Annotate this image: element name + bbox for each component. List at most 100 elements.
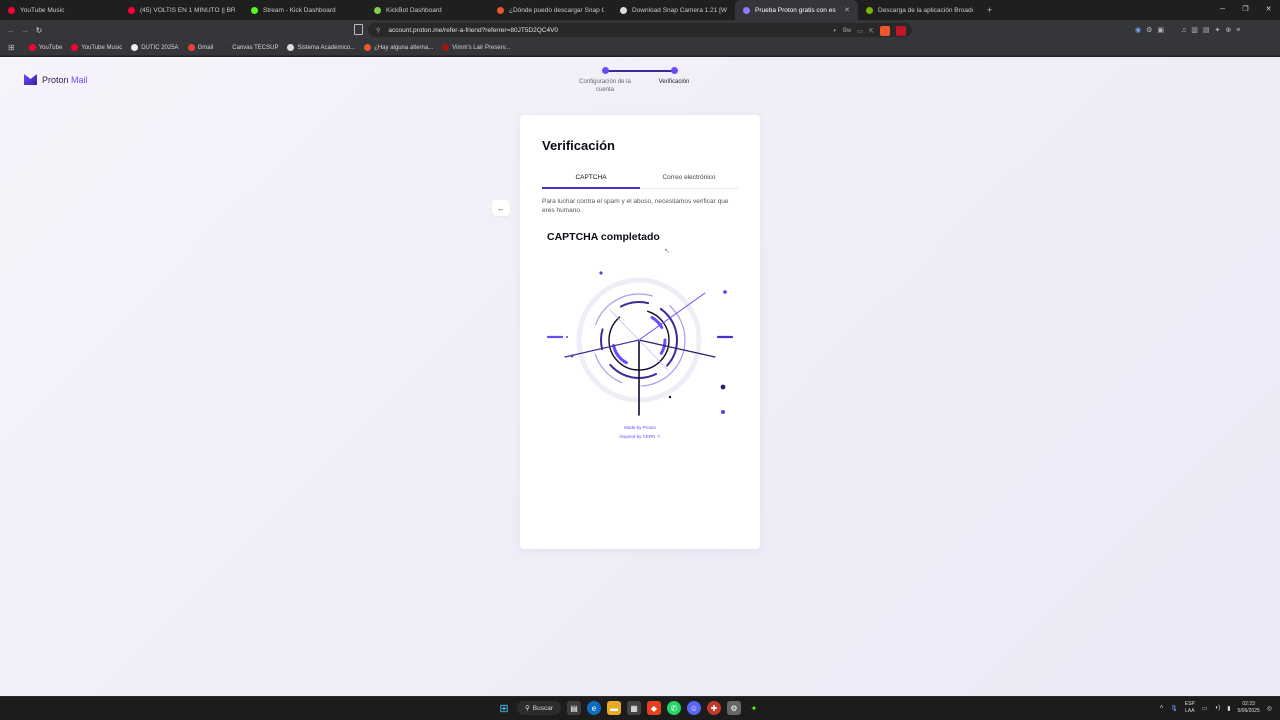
discord-icon[interactable]: ☺ bbox=[687, 701, 701, 715]
brand-product: Mail bbox=[71, 74, 88, 85]
tab-favicon-icon bbox=[128, 6, 135, 14]
bookmarks-bar: ⊞ YouTube YouTube Music DUTIC 2025A Gmail Ca… bbox=[0, 40, 1280, 56]
bookmark-item[interactable]: Sistema Académico... bbox=[287, 44, 355, 51]
tab-captcha[interactable]: CAPTCHA bbox=[542, 171, 640, 189]
clock-time: 02:33 bbox=[1242, 701, 1255, 707]
file-explorer-icon[interactable]: ▬ bbox=[607, 701, 621, 715]
browser-tab[interactable]: YouTube Music bbox=[0, 0, 120, 20]
cast-icon[interactable]: ▭ bbox=[857, 28, 863, 35]
step-1-dot bbox=[602, 67, 609, 74]
sidebar-icon[interactable]: ▥ bbox=[1191, 26, 1198, 34]
new-tab-icon[interactable]: + bbox=[981, 5, 998, 15]
tab-list: YouTube Music (45) VOLTIS EN 1 MINUTO || … bbox=[0, 0, 981, 20]
bookmark-item[interactable]: Canvas TECSUP bbox=[222, 44, 278, 51]
browser-tab[interactable]: Download Snap Camera 1.21 [Wind... bbox=[612, 0, 735, 20]
tab-favicon-icon bbox=[374, 6, 381, 14]
address-bar[interactable]: ⚲ account.proton.me/refer-a-friend?refer… bbox=[368, 23, 912, 37]
captcha-animation bbox=[546, 271, 734, 416]
minimize-icon[interactable]: ─ bbox=[1211, 0, 1234, 20]
brave-taskbar-icon[interactable]: ◆ bbox=[647, 701, 661, 715]
tab-title: Descarga de la aplicación Broadcast bbox=[878, 6, 973, 14]
system-tray: ˄ 🎙 ESP LAA ▭ ◖) ▮ 02:33 5/06/2025 ◎ bbox=[1160, 701, 1272, 715]
language-indicator[interactable]: ESP LAA bbox=[1185, 701, 1195, 715]
close-tab-icon[interactable]: ✕ bbox=[844, 6, 850, 14]
bookmark-favicon-icon bbox=[131, 44, 139, 51]
bookmark-item[interactable]: DUTIC 2025A bbox=[131, 44, 179, 51]
taskbar-search[interactable]: ⚲ Buscar bbox=[517, 701, 561, 715]
url-text: account.proton.me/refer-a-friend?referre… bbox=[388, 26, 559, 34]
credit-made-by[interactable]: Made by Proton bbox=[520, 425, 760, 430]
tab-title: Download Snap Camera 1.21 [Wind... bbox=[632, 6, 727, 14]
credit-inspired-by[interactable]: Inspired by CERN ⚛ bbox=[520, 434, 760, 440]
taskbar-apps: ⊞ ⚲ Buscar ▤ e ▬ ▦ ◆ ✆ ☺ ✚ ⚙ ✦ bbox=[497, 701, 761, 715]
volume-icon[interactable]: ◖) bbox=[1215, 705, 1221, 711]
bookmark-item[interactable]: Gmail bbox=[187, 44, 214, 51]
tab-email[interactable]: Correo electrónico bbox=[640, 171, 738, 188]
apps-grid-icon[interactable]: ⊞ bbox=[8, 43, 15, 52]
app-icon[interactable]: ✚ bbox=[707, 701, 721, 715]
whatsapp-icon[interactable]: ✆ bbox=[667, 701, 681, 715]
step-connector bbox=[605, 70, 675, 72]
windows-start-icon[interactable]: ⊞ bbox=[497, 701, 511, 715]
network-icon[interactable]: ▭ bbox=[1202, 705, 1208, 712]
dot bbox=[570, 354, 574, 358]
extension-icon[interactable]: ◉ bbox=[1135, 26, 1141, 34]
store-icon[interactable]: ▦ bbox=[627, 701, 641, 715]
close-window-icon[interactable]: ✕ bbox=[1257, 0, 1280, 20]
settings-icon[interactable]: ⚙ bbox=[727, 701, 741, 715]
back-arrow-icon[interactable]: ← bbox=[4, 26, 18, 35]
back-button[interactable]: ← bbox=[492, 200, 510, 216]
vpn-icon[interactable]: ⊕ bbox=[1225, 26, 1231, 34]
bookmark-item[interactable]: Vimm's Lair Preserv... bbox=[442, 44, 510, 51]
bookmark-item[interactable]: YouTube Music bbox=[71, 44, 122, 51]
share-icon[interactable]: ⇱ bbox=[869, 28, 874, 35]
task-view-icon[interactable]: ▤ bbox=[567, 701, 581, 715]
browser-tab[interactable]: Stream - Kick Dashboard bbox=[243, 0, 366, 20]
bookmark-label: YouTube Music bbox=[81, 44, 123, 51]
menu-icon[interactable]: ≡ bbox=[1236, 27, 1240, 34]
kick-icon[interactable]: ✦ bbox=[747, 701, 761, 715]
extension-icon[interactable]: ▣ bbox=[1157, 26, 1164, 34]
bookmark-label: Canvas TECSUP bbox=[232, 44, 279, 51]
zoom-label[interactable]: Bw bbox=[843, 28, 851, 34]
browser-tab[interactable]: Descarga de la aplicación Broadcast bbox=[858, 0, 981, 20]
window-controls: ─ ❐ ✕ bbox=[1211, 0, 1280, 20]
verification-tabs: CAPTCHA Correo electrónico bbox=[542, 171, 738, 189]
bookmark-label: Vimm's Lair Preserv... bbox=[452, 44, 511, 51]
proton-logo-icon bbox=[24, 74, 37, 85]
tab-title: Stream - Kick Dashboard bbox=[263, 6, 336, 14]
browser-tab[interactable]: Prueba Proton gratis con este e... ✕ bbox=[735, 0, 858, 20]
mic-icon[interactable]: 🎙 bbox=[1170, 705, 1178, 712]
notifications-icon[interactable]: ◎ bbox=[1267, 705, 1272, 712]
browser-tab[interactable]: ¿Dónde puedo descargar Snap Cam... bbox=[489, 0, 612, 20]
browser-tab[interactable]: (45) VOLTIS EN 1 MINUTO || BRAZLK... bbox=[120, 0, 243, 20]
translate-icon[interactable]: ◐ bbox=[833, 28, 837, 34]
reload-icon[interactable]: ↻ bbox=[32, 26, 46, 35]
signup-stepper: Configuración de la cuenta Verificación bbox=[560, 66, 720, 96]
bookmark-item[interactable]: ¿Hay alguna alterna... bbox=[364, 44, 433, 51]
music-icon[interactable]: ♫ bbox=[1181, 27, 1186, 34]
chevron-up-icon[interactable]: ˄ bbox=[1160, 705, 1164, 711]
bookmark-item[interactable]: YouTube bbox=[28, 44, 62, 51]
forward-arrow-icon[interactable]: → bbox=[18, 26, 32, 35]
proton-mail-logo[interactable]: Proton Mail bbox=[24, 74, 88, 85]
brave-shields-icon[interactable] bbox=[880, 26, 890, 36]
clock[interactable]: 02:33 5/06/2025 bbox=[1238, 701, 1260, 715]
lang-region: LAA bbox=[1185, 708, 1195, 714]
battery-icon[interactable]: ▮ bbox=[1227, 705, 1230, 712]
bookmark-page-icon[interactable] bbox=[354, 24, 363, 35]
tab-title: (45) VOLTIS EN 1 MINUTO || BRAZLK... bbox=[140, 6, 235, 14]
site-info-icon[interactable]: ⚲ bbox=[376, 27, 380, 34]
bookmark-label: Gmail bbox=[197, 44, 214, 51]
extension-icon[interactable]: ⚙ bbox=[1146, 26, 1152, 34]
browser-tab[interactable]: KickBot Dashboard bbox=[366, 0, 489, 20]
mouse-cursor-icon: ↖ bbox=[664, 248, 670, 255]
tab-title: KickBot Dashboard bbox=[386, 6, 442, 14]
puzzle-icon[interactable]: ✦ bbox=[1215, 26, 1221, 34]
brave-rewards-icon[interactable] bbox=[896, 26, 906, 36]
edge-icon[interactable]: e bbox=[587, 701, 601, 715]
restore-icon[interactable]: ❐ bbox=[1234, 0, 1257, 20]
tab-favicon-icon bbox=[866, 6, 873, 14]
dot bbox=[668, 395, 672, 399]
wallet-icon[interactable]: ▤ bbox=[1203, 26, 1210, 34]
